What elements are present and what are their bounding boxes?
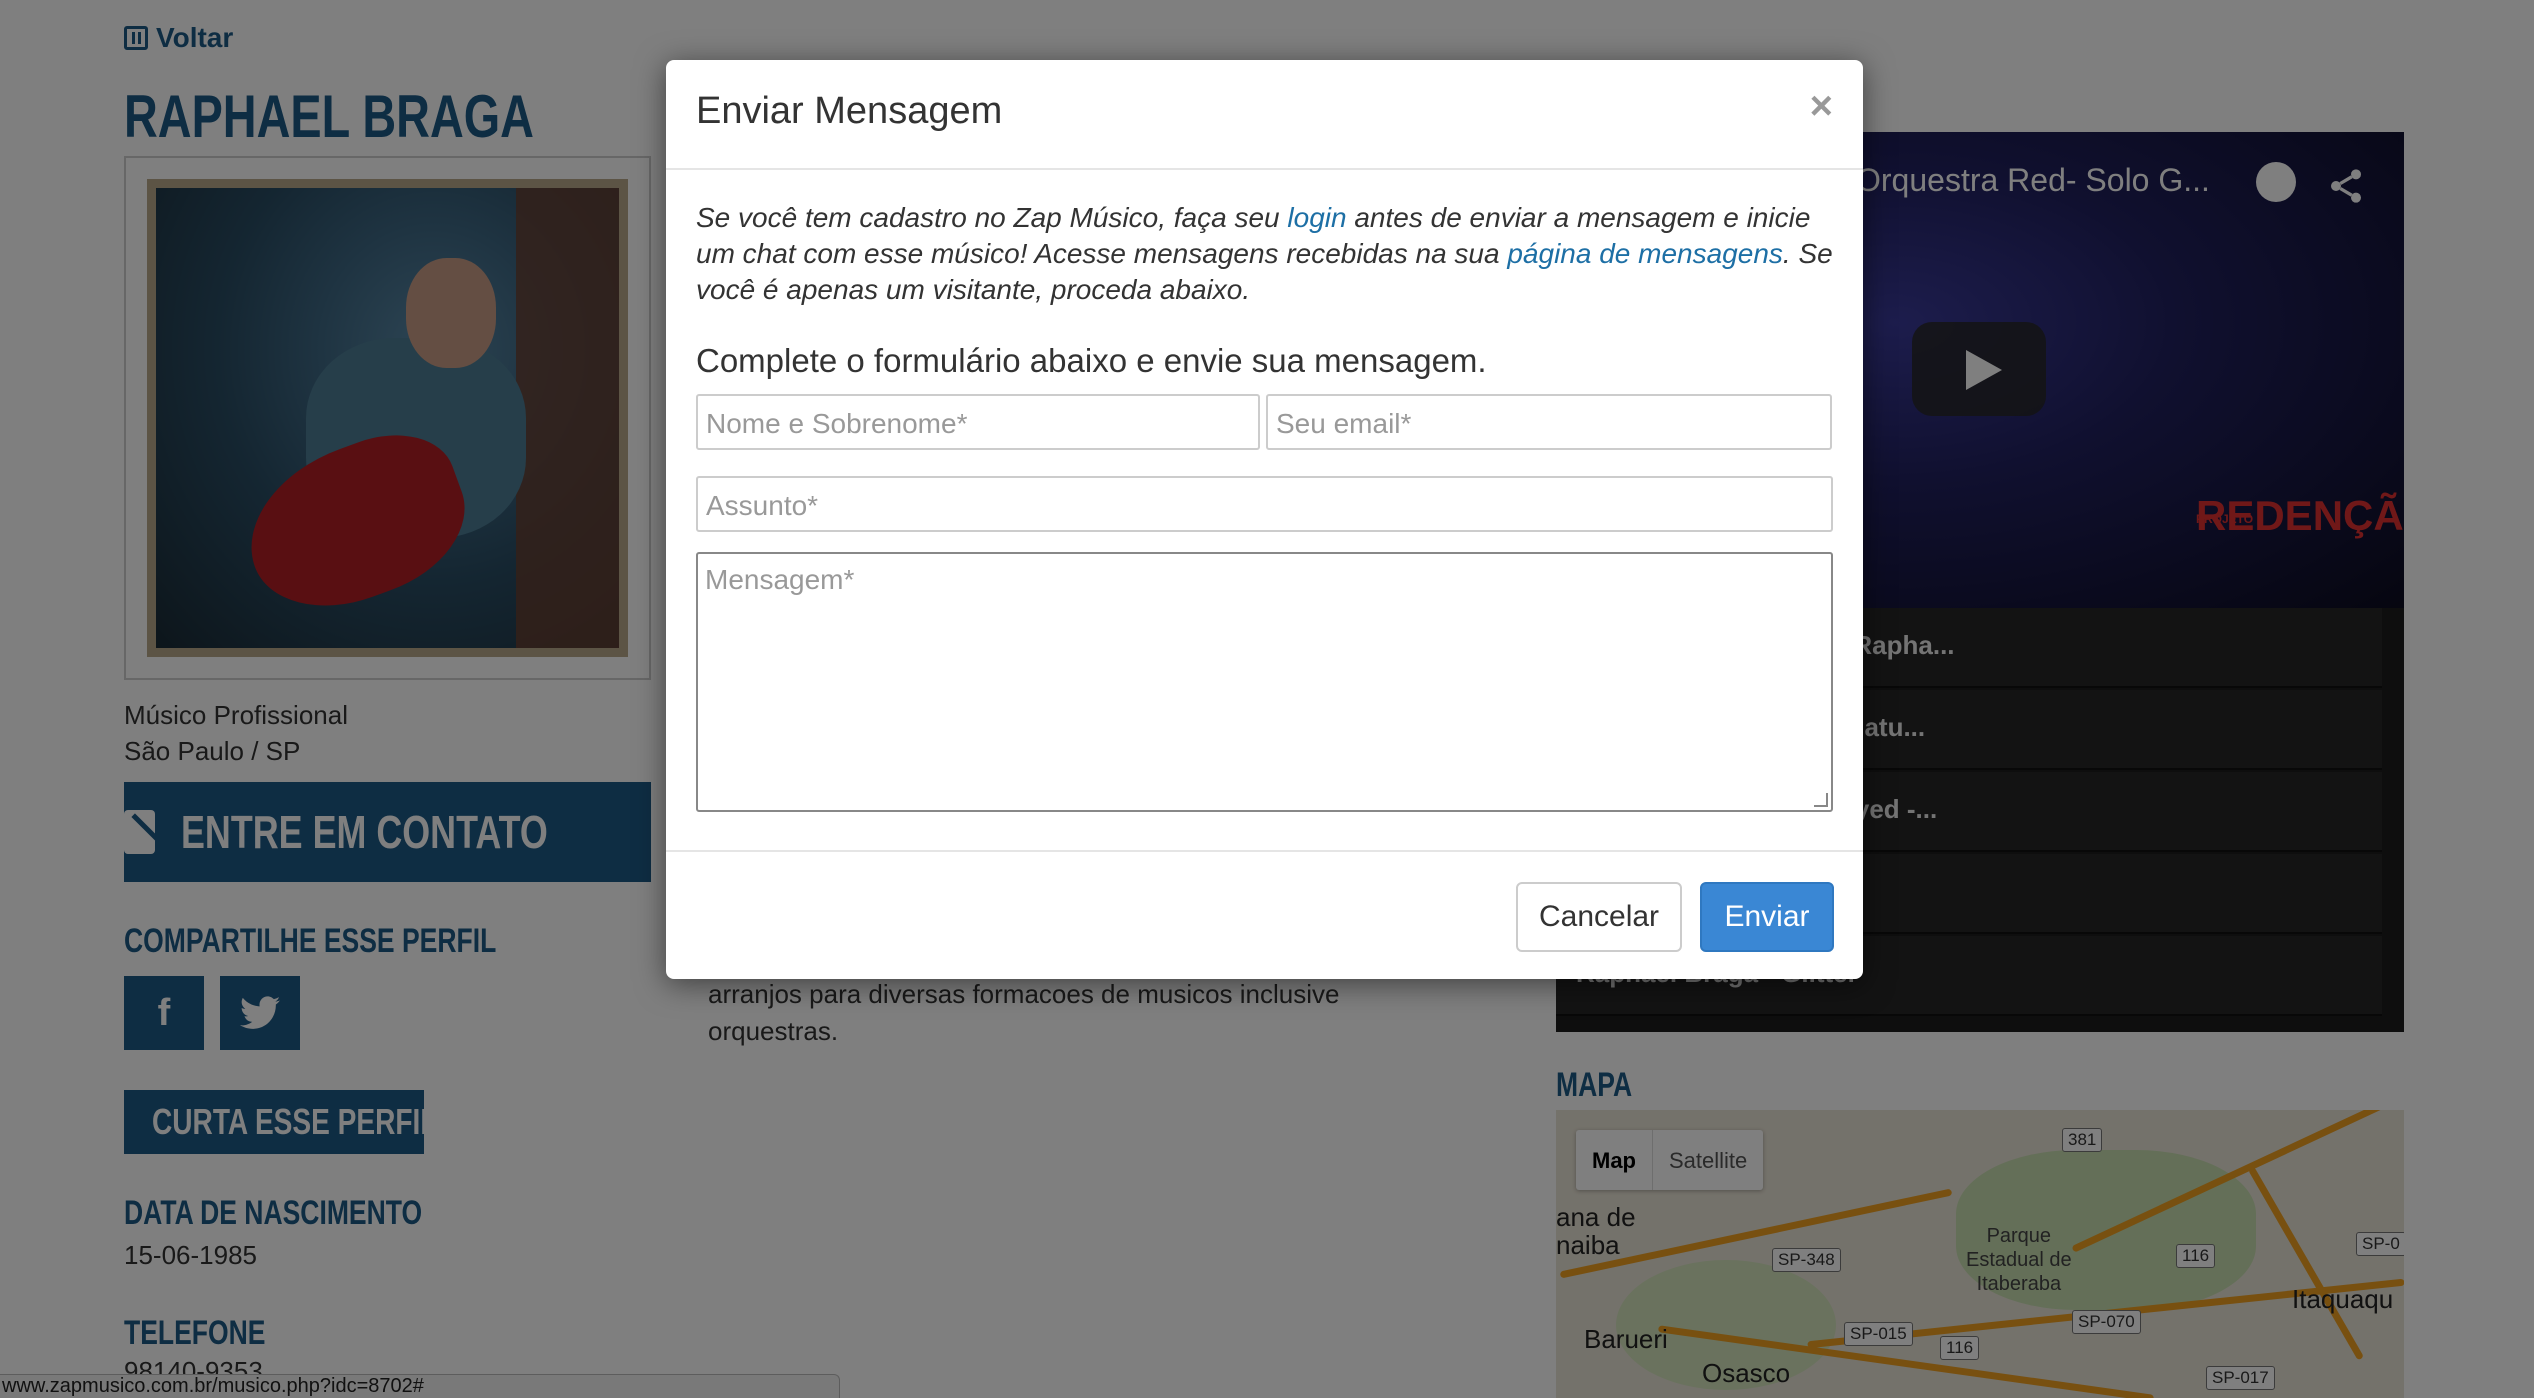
subject-input[interactable]: Assunto* [696,476,1833,532]
name-input[interactable]: Nome e Sobrenome* [696,394,1260,450]
close-icon[interactable]: × [1810,84,1833,129]
messages-page-link[interactable]: página de mensagens [1507,238,1783,269]
intro-text: Se você tem cadastro no Zap Músico, faça… [696,202,1833,305]
modal-footer: Cancelar Enviar [666,850,1863,979]
modal-header: Enviar Mensagem × [666,60,1863,170]
cancel-button[interactable]: Cancelar [1516,882,1682,952]
email-input[interactable]: Seu email* [1266,394,1832,450]
modal-title: Enviar Mensagem [696,90,1003,132]
send-button[interactable]: Enviar [1700,882,1834,952]
form-heading: Complete o formulário abaixo e envie sua… [696,342,1487,379]
login-link[interactable]: login [1287,202,1346,233]
resize-handle-icon[interactable] [1814,793,1828,807]
send-message-modal: Enviar Mensagem × Se você tem cadastro n… [666,60,1863,979]
modal-body: Se você tem cadastro no Zap Músico, faça… [696,200,1833,380]
message-placeholder: Mensagem* [705,564,855,595]
message-textarea[interactable]: Mensagem* [696,552,1833,812]
